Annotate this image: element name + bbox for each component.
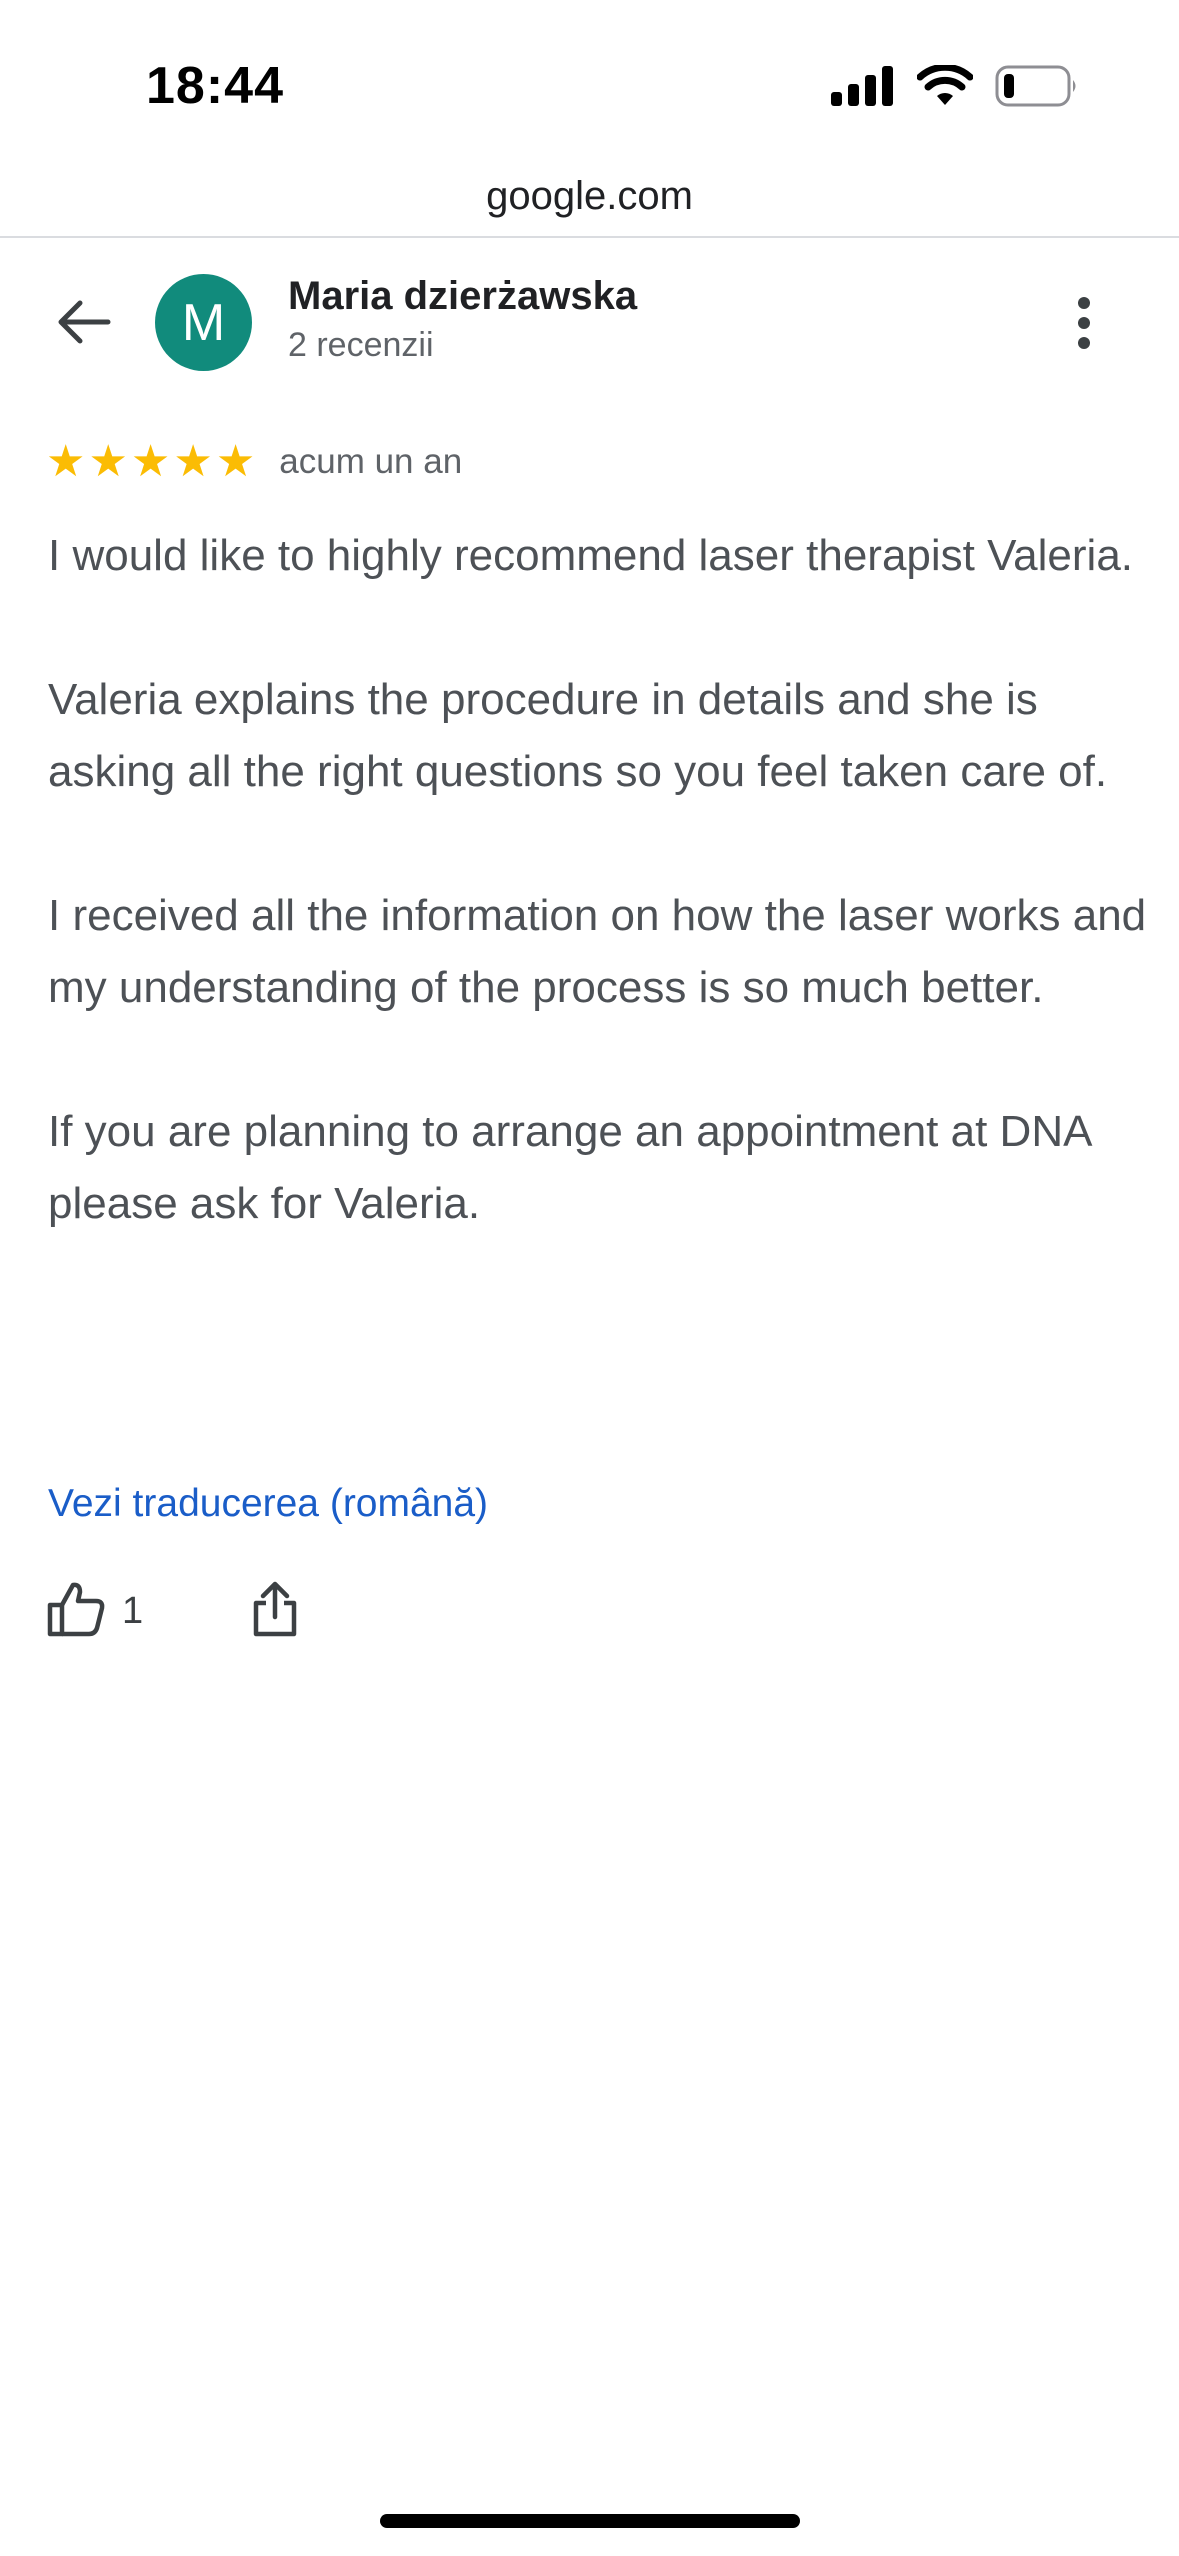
- avatar[interactable]: M: [155, 274, 252, 371]
- status-time: 18:44: [146, 57, 284, 115]
- star-icon: ★: [46, 437, 86, 486]
- reviewer-header: M Maria dzierżawska 2 recenzii: [0, 238, 1179, 408]
- review-paragraph: I received all the information on how th…: [48, 891, 1147, 1012]
- star-icon: ★: [215, 437, 256, 486]
- more-vert-icon: [1077, 296, 1091, 355]
- review-paragraph: I would like to highly recommend laser t…: [48, 531, 1134, 580]
- translate-link[interactable]: Vezi traducerea (română): [48, 1482, 488, 1526]
- star-icon: ★: [130, 437, 171, 486]
- like-button[interactable]: 1: [46, 1576, 143, 1646]
- thumbs-up-icon: [46, 1581, 106, 1642]
- review-count: 2 recenzii: [288, 326, 434, 364]
- cellular-signal-icon: [831, 66, 895, 106]
- review-paragraph: If you are planning to arrange an appoin…: [48, 1107, 1091, 1228]
- status-bar: 18:44: [0, 0, 1179, 160]
- share-icon: [252, 1581, 298, 1642]
- battery-icon: [995, 65, 1079, 107]
- like-count: 1: [122, 1589, 144, 1632]
- star-icon: ★: [173, 437, 213, 486]
- review-date: acum un an: [279, 442, 463, 481]
- url-bar[interactable]: google.com: [0, 160, 1179, 238]
- review-text: I would like to highly recommend laser t…: [48, 520, 1148, 1240]
- star-icon: ★: [88, 437, 128, 486]
- wifi-icon: [917, 65, 973, 107]
- url-domain[interactable]: google.com: [486, 174, 693, 219]
- status-icons: [831, 62, 1079, 110]
- arrow-left-icon: [56, 298, 112, 351]
- home-indicator[interactable]: [380, 2514, 800, 2528]
- more-options-button[interactable]: [1049, 290, 1119, 360]
- star-rating: ★ ★ ★ ★ ★: [46, 440, 255, 484]
- rating-row: ★ ★ ★ ★ ★ acum un an: [46, 436, 462, 488]
- share-button[interactable]: [240, 1576, 310, 1646]
- reviewer-name[interactable]: Maria dzierżawska: [288, 274, 637, 319]
- back-button[interactable]: [44, 284, 124, 364]
- review-paragraph: Valeria explains the procedure in detail…: [48, 675, 1108, 796]
